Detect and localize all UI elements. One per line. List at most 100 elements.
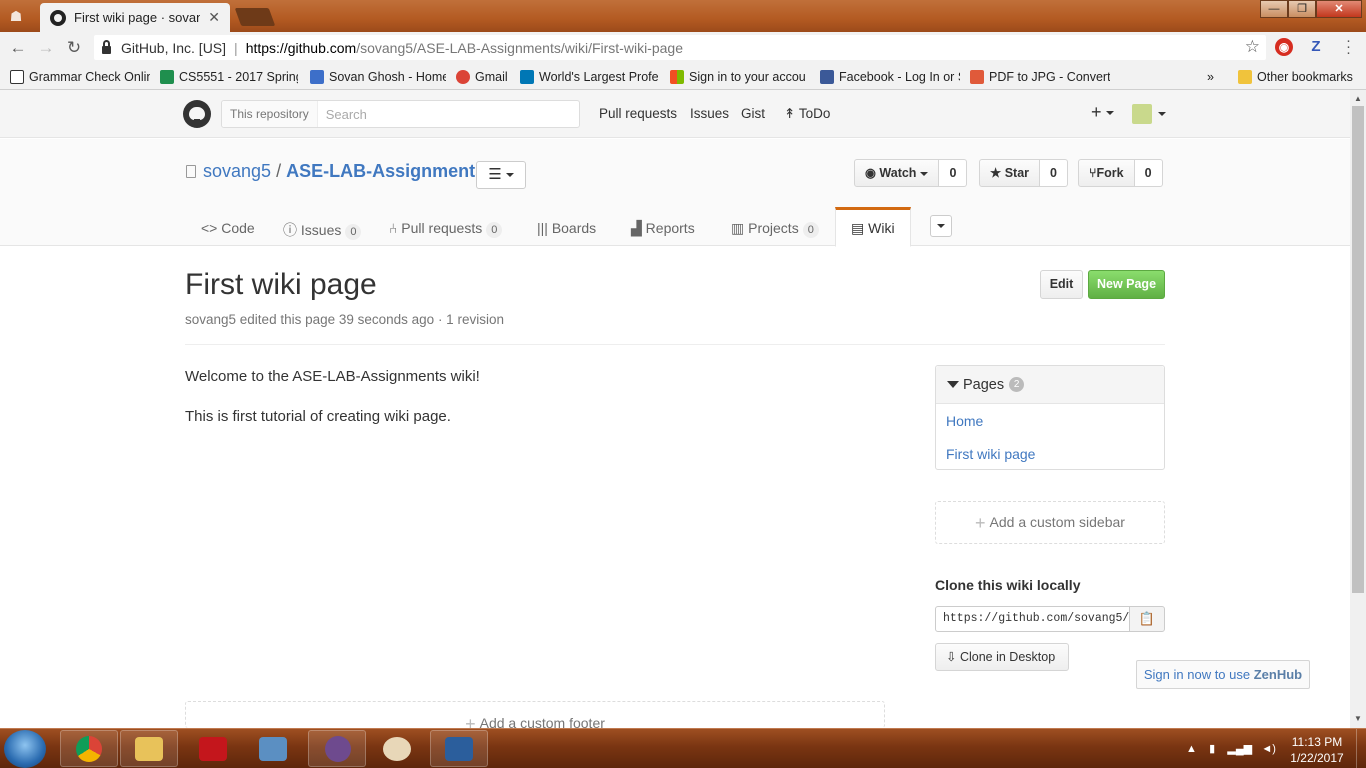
github-favicon-icon — [50, 9, 66, 26]
reload-icon[interactable]: ↻ — [64, 38, 84, 58]
back-arrow-icon[interactable]: ← — [8, 38, 28, 58]
new-page-button[interactable]: New Page — [1088, 270, 1165, 299]
zenhub-list-button[interactable]: ☰ — [476, 161, 526, 189]
tab-label: Code — [221, 220, 255, 236]
tab-close-icon[interactable]: ✕ — [208, 9, 220, 26]
taskbar-github-desktop[interactable] — [308, 730, 366, 767]
nav-todo[interactable]: ↟ ToDo — [784, 106, 830, 122]
start-button[interactable] — [4, 730, 46, 768]
clone-desktop-button[interactable]: ⇩ Clone in Desktop — [935, 643, 1069, 671]
search-scope[interactable]: This repository — [222, 101, 318, 127]
add-custom-footer-button[interactable]: + Add a custom footer — [185, 701, 885, 728]
star-button[interactable]: ★ Star — [979, 159, 1041, 187]
tab-label: Pull requests — [401, 220, 483, 236]
nav-pull-requests[interactable]: Pull requests — [599, 106, 677, 121]
address-bar[interactable]: GitHub, Inc. [US] | https://github.com/s… — [94, 35, 1266, 60]
adblock-extension-icon[interactable]: ◉ — [1275, 38, 1293, 56]
bookmark-item[interactable]: Facebook - Log In or S — [820, 68, 960, 86]
search-box: This repository — [221, 100, 580, 128]
bookmark-item[interactable]: CS5551 - 2017 Spring — [160, 68, 298, 86]
scroll-up-icon[interactable]: ▲ — [1353, 94, 1363, 103]
watch-count[interactable]: 0 — [939, 159, 968, 187]
bookmark-star-icon[interactable]: ☆ — [1245, 37, 1260, 57]
clipboard-icon[interactable]: 📋 — [1129, 606, 1165, 632]
repo-icon — [186, 165, 196, 178]
add-custom-sidebar-button[interactable]: + Add a custom sidebar — [935, 501, 1165, 544]
avatar-caret-icon[interactable] — [1158, 112, 1166, 116]
browser-tab[interactable]: First wiki page · sovang5/ ✕ — [40, 3, 230, 32]
star-count[interactable]: 0 — [1040, 159, 1068, 187]
tab-reports[interactable]: ▟ Reports — [631, 207, 695, 247]
fork-count[interactable]: 0 — [1134, 159, 1163, 187]
bookmark-item[interactable]: Sign in to your accou — [670, 68, 810, 86]
microsoft-icon — [670, 70, 684, 84]
close-window-button[interactable]: ✕ — [1316, 0, 1362, 18]
edit-button[interactable]: Edit — [1040, 270, 1083, 299]
tab-counter: 0 — [802, 222, 819, 238]
signal-icon[interactable]: ▂▄▆ — [1227, 743, 1252, 755]
clone-url-field[interactable]: https://github.com/sovang5/ASE-LAB-Assig… — [935, 606, 1130, 632]
forward-arrow-icon[interactable]: → — [36, 38, 56, 58]
bookmark-item[interactable]: PDF to JPG - Convert — [970, 68, 1110, 86]
bookmark-item[interactable]: Sovan Ghosh - Home — [310, 68, 446, 86]
add-footer-label: Add a custom footer — [479, 715, 605, 728]
avatar[interactable] — [1132, 104, 1152, 124]
bookmark-item[interactable]: World's Largest Profe — [520, 68, 658, 86]
nav-issues[interactable]: Issues — [690, 106, 729, 121]
scroll-down-icon[interactable]: ▼ — [1353, 714, 1363, 723]
window-controls: — ❐ ✕ — [1260, 0, 1362, 18]
github-logo-icon[interactable] — [183, 100, 211, 128]
tab-label: Issues — [300, 222, 342, 238]
page-link-first-wiki-page[interactable]: First wiki page — [946, 446, 1035, 462]
tab-wiki[interactable]: ▤ Wiki — [835, 207, 911, 247]
taskbar-paint[interactable] — [368, 730, 426, 767]
bookmark-label: Grammar Check Onlin — [29, 70, 150, 84]
fork-button[interactable]: ⑂Fork — [1078, 159, 1135, 187]
bookmarks-overflow-button[interactable]: » — [1207, 68, 1221, 86]
search-input[interactable] — [317, 106, 568, 122]
scrollbar-thumb[interactable] — [1352, 106, 1364, 593]
tab-code[interactable]: <> Code — [201, 207, 255, 247]
bookmark-label: World's Largest Profe — [539, 70, 658, 84]
maximize-button[interactable]: ❐ — [1288, 0, 1316, 18]
taskbar-clock[interactable]: 11:13 PM 1/22/2017 — [1284, 734, 1350, 766]
network-icon[interactable]: ▮ — [1209, 743, 1215, 755]
bookmark-item[interactable]: Gmail — [456, 68, 512, 86]
tab-boards[interactable]: ||| Boards — [537, 207, 596, 247]
linkedin-icon — [520, 70, 534, 84]
browser-titlebar: ☗ First wiki page · sovang5/ ✕ — ❐ ✕ — [0, 0, 1366, 32]
tab-issues[interactable]: ⓘ Issues 0 — [283, 207, 362, 247]
taskbar-chrome[interactable] — [60, 730, 118, 767]
browser-menu-icon[interactable]: · · · — [1346, 33, 1352, 60]
show-hidden-icons[interactable]: ▲ — [1186, 743, 1197, 755]
pages-count-badge: 2 — [1009, 377, 1025, 392]
taskbar-powershell[interactable] — [430, 730, 488, 767]
tab-pull-requests[interactable]: ⑃ Pull requests 0 — [389, 207, 503, 247]
more-tabs-button[interactable] — [930, 215, 952, 237]
new-tab-button[interactable] — [234, 8, 276, 26]
pages-header[interactable]: Pages 2 — [936, 366, 1164, 404]
volume-icon[interactable]: ◄) — [1261, 743, 1276, 755]
other-bookmarks[interactable]: Other bookmarks — [1238, 68, 1358, 86]
zenhub-extension-icon[interactable]: Z — [1307, 38, 1325, 56]
taskbar-acrobat[interactable] — [184, 730, 242, 767]
divider — [185, 344, 1165, 345]
zenhub-signin-button[interactable]: Sign in now to use ZenHub — [1136, 660, 1310, 689]
tab-projects[interactable]: ▥ Projects 0 — [731, 207, 819, 247]
star-group: ★ Star 0 — [979, 159, 1068, 187]
create-new-button[interactable]: + — [1091, 102, 1114, 123]
taskbar-file-explorer[interactable] — [120, 730, 178, 767]
repo-name-link[interactable]: ASE-LAB-Assignments — [286, 161, 485, 181]
page-link-home[interactable]: Home — [946, 413, 983, 429]
watch-button[interactable]: ◉ Watch — [854, 159, 940, 187]
pages-sidebar: Pages 2 Home First wiki page — [935, 365, 1165, 470]
tab-counter: 0 — [486, 222, 503, 238]
taskbar-photo-viewer[interactable] — [244, 730, 302, 767]
minimize-button[interactable]: — — [1260, 0, 1288, 18]
repo-owner-link[interactable]: sovang5 — [203, 161, 271, 181]
tab-label: Reports — [645, 220, 695, 236]
show-desktop-button[interactable] — [1356, 729, 1366, 768]
bookmark-item[interactable]: Grammar Check Onlin — [10, 68, 150, 86]
facebook-icon — [820, 70, 834, 84]
nav-gist[interactable]: Gist — [741, 106, 765, 121]
